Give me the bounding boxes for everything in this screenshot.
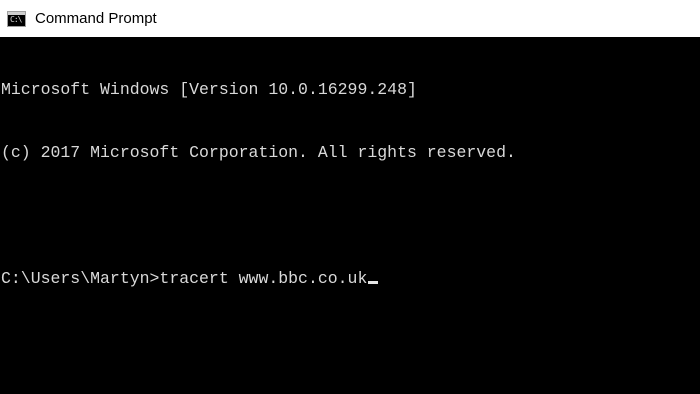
console-line-version: Microsoft Windows [Version 10.0.16299.24… <box>1 80 417 99</box>
cmd-icon: C:\ <box>7 10 26 27</box>
text-cursor <box>368 281 379 284</box>
console-area[interactable]: Microsoft Windows [Version 10.0.16299.24… <box>0 37 700 394</box>
command-line[interactable]: C:\Users\Martyn>tracert www.bbc.co.uk <box>0 268 700 289</box>
console-line-blank <box>0 205 700 226</box>
cmd-icon-glyph: C:\ <box>10 14 22 24</box>
console-line-copyright: (c) 2017 Microsoft Corporation. All righ… <box>1 143 516 162</box>
title-bar[interactable]: C:\ Command Prompt <box>0 0 700 37</box>
window-title: Command Prompt <box>35 10 157 27</box>
command-text: C:\Users\Martyn>tracert www.bbc.co.uk <box>1 269 368 288</box>
command-prompt-window: C:\ Command Prompt Microsoft Windows [Ve… <box>0 0 700 394</box>
